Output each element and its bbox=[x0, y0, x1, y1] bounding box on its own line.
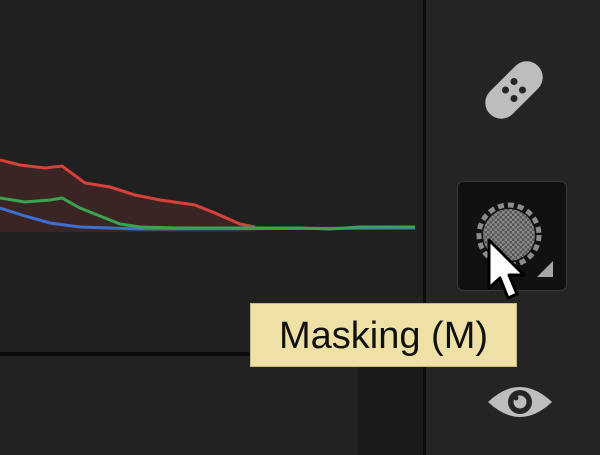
healing-tool-button[interactable] bbox=[470, 46, 558, 134]
red-eye-tool-button[interactable] bbox=[482, 372, 558, 432]
masking-tooltip: Masking (M) bbox=[250, 303, 518, 367]
lower-panel bbox=[0, 356, 423, 455]
eye-icon bbox=[488, 387, 552, 417]
bandage-icon bbox=[485, 61, 543, 119]
histogram-graph bbox=[0, 158, 416, 232]
histogram-panel bbox=[0, 0, 423, 352]
arrow-cursor-icon bbox=[487, 238, 526, 300]
lower-panel-shade bbox=[358, 356, 423, 455]
